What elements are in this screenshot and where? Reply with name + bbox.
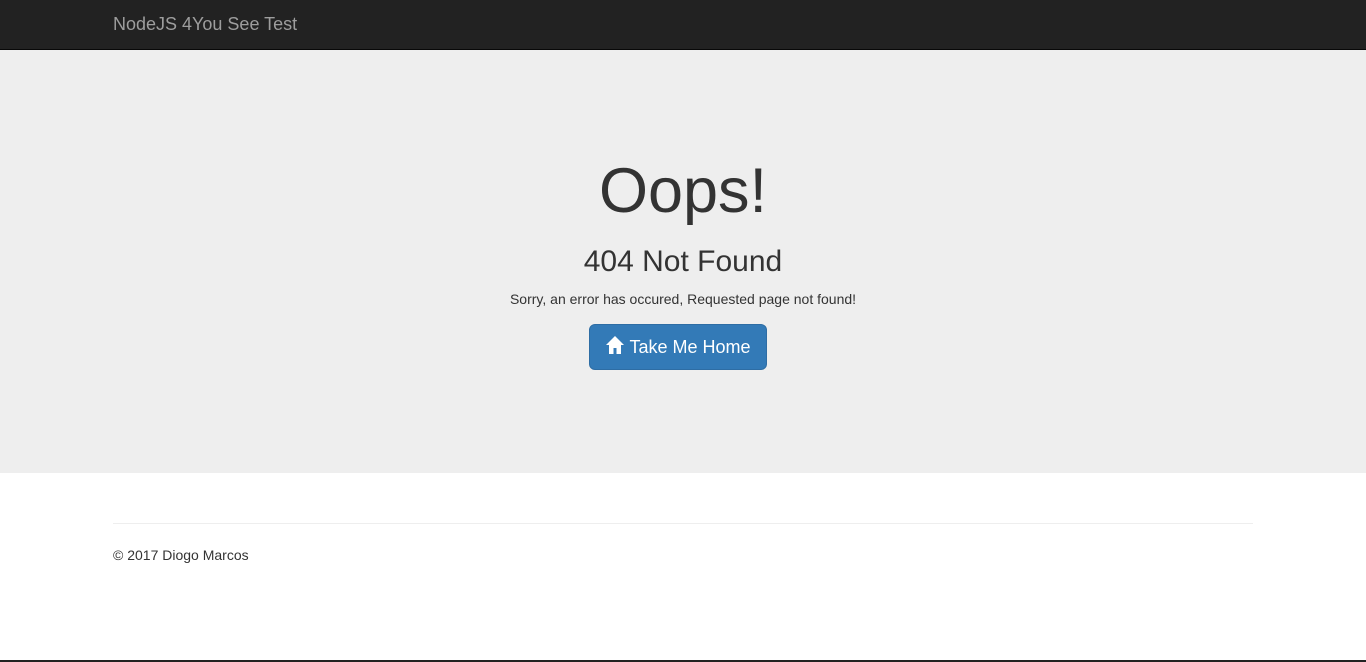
error-heading: Oops! <box>598 156 768 226</box>
error-content: Oops! 404 Not Found Sorry, an error has … <box>0 50 1366 473</box>
error-message: Sorry, an error has occured, Requested p… <box>509 291 857 307</box>
navbar-brand-link[interactable]: NodeJS 4You See Test <box>113 13 297 35</box>
take-me-home-label: Take Me Home <box>629 337 751 357</box>
take-me-home-button[interactable]: Take Me Home <box>589 324 767 370</box>
error-jumbotron: Oops! 404 Not Found Sorry, an error has … <box>0 50 1366 473</box>
home-icon <box>606 336 625 354</box>
footer-divider <box>113 523 1253 524</box>
error-status-code: 404 Not Found <box>583 245 783 278</box>
navbar: NodeJS 4You See Test <box>0 0 1366 50</box>
footer-copyright: © 2017 Diogo Marcos <box>113 547 249 563</box>
